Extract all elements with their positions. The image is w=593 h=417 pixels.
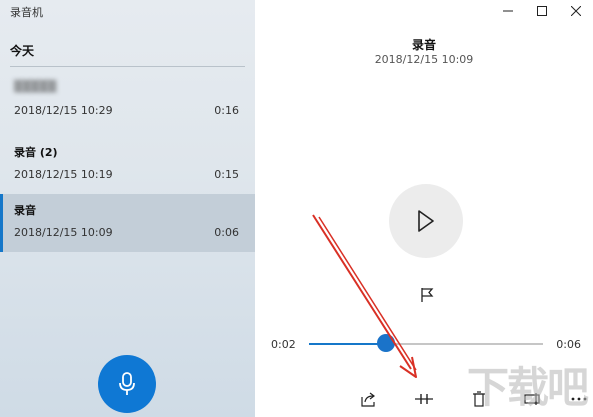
seek-bar[interactable] <box>309 343 543 345</box>
delete-icon <box>473 391 485 407</box>
microphone-icon <box>119 372 135 395</box>
share-button[interactable] <box>357 388 381 410</box>
group-divider <box>10 66 245 67</box>
more-button[interactable] <box>567 388 591 410</box>
voice-recorder-window: 录音机 今天 ▒▒▒▒▒ 2018/12/15 10:29 0:16 录音 (2… <box>0 0 593 417</box>
close-button[interactable] <box>559 0 593 22</box>
current-time: 0:02 <box>271 338 296 351</box>
play-icon <box>418 210 434 232</box>
trim-button[interactable] <box>412 388 436 410</box>
recording-item[interactable]: 录音 (2) 2018/12/15 10:19 0:15 <box>0 136 255 194</box>
recording-date: 2018/12/15 10:19 <box>14 168 113 181</box>
add-marker-button[interactable] <box>416 284 438 306</box>
recording-date: 2018/12/15 10:29 <box>14 104 113 117</box>
recording-duration: 0:06 <box>214 226 239 239</box>
total-time: 0:06 <box>556 338 581 351</box>
maximize-icon <box>537 6 547 16</box>
share-icon <box>361 392 375 407</box>
rename-button[interactable] <box>521 388 545 410</box>
recording-name-blurred: ▒▒▒▒▒ <box>14 80 57 93</box>
recording-name: 录音 (2) <box>14 146 58 159</box>
trim-icon <box>415 394 433 404</box>
flag-icon <box>421 288 434 302</box>
maximize-button[interactable] <box>525 0 559 22</box>
seek-thumb[interactable] <box>377 334 396 352</box>
delete-button[interactable] <box>467 388 491 410</box>
minimize-icon <box>503 10 513 12</box>
recordings-pane: 录音机 今天 ▒▒▒▒▒ 2018/12/15 10:29 0:16 录音 (2… <box>0 0 255 417</box>
record-button[interactable] <box>98 355 156 413</box>
minimize-button[interactable] <box>491 0 525 22</box>
play-button[interactable] <box>389 184 463 258</box>
more-icon <box>571 397 587 401</box>
player-pane: 录音 2018/12/15 10:09 0:02 0:06 <box>255 0 593 417</box>
app-title: 录音机 <box>10 6 43 19</box>
group-header-today: 今天 <box>10 44 35 58</box>
close-icon <box>571 6 581 16</box>
recording-name: 录音 <box>14 204 36 217</box>
recording-duration: 0:15 <box>214 168 239 181</box>
recording-item[interactable]: ▒▒▒▒▒ 2018/12/15 10:29 0:16 <box>0 72 255 130</box>
recording-datetime: 2018/12/15 10:09 <box>374 53 474 66</box>
rename-icon <box>524 393 540 405</box>
selection-accent <box>0 194 3 252</box>
recording-item-selected[interactable]: 录音 2018/12/15 10:09 0:06 <box>0 194 255 252</box>
recording-title: 录音 <box>411 38 436 52</box>
seek-bar-progress <box>309 343 387 345</box>
recording-duration: 0:16 <box>214 104 239 117</box>
recording-date: 2018/12/15 10:09 <box>14 226 113 239</box>
